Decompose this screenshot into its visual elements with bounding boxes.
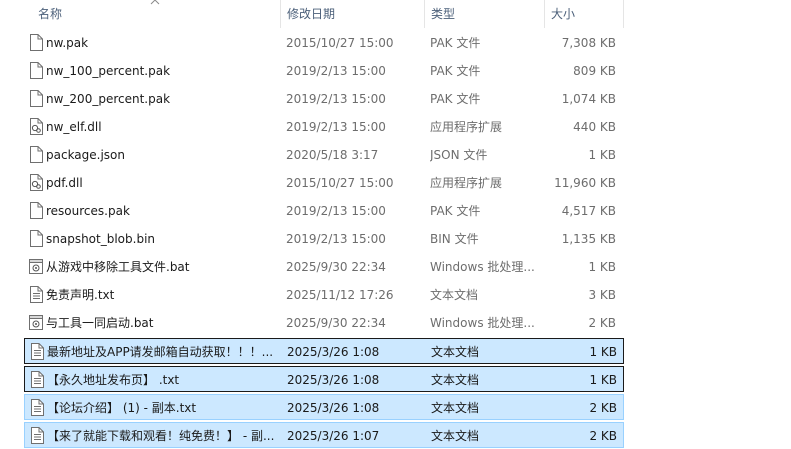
file-modified-date: 2025/9/30 22:34 bbox=[286, 316, 386, 330]
column-header-size-label: 大小 bbox=[551, 7, 576, 21]
text-file-icon bbox=[31, 399, 44, 416]
column-header-modified[interactable]: 修改日期 bbox=[280, 0, 424, 28]
file-name: resources.pak bbox=[46, 204, 130, 218]
file-row[interactable]: 【永久地址发布页】 .txt 2025/3/26 1:08 文本文档 1 KB bbox=[24, 366, 624, 392]
file-row[interactable]: nw_200_percent.pak 2019/2/13 15:00 PAK 文件 1… bbox=[24, 86, 624, 112]
document-icon bbox=[30, 90, 43, 107]
file-row[interactable]: 最新地址及APP请发邮箱自动获取！！！... 2025/3/26 1:08 文本文档… bbox=[24, 338, 624, 364]
file-modified-date: 2019/2/13 15:00 bbox=[286, 204, 386, 218]
file-modified-date: 2019/2/13 15:00 bbox=[286, 64, 386, 78]
file-type: PAK 文件 bbox=[430, 64, 481, 78]
file-size: 7,308 KB bbox=[561, 36, 616, 50]
file-size: 3 KB bbox=[588, 288, 616, 302]
file-size: 2 KB bbox=[588, 316, 616, 330]
file-modified-date: 2025/9/30 22:34 bbox=[286, 260, 386, 274]
file-size: 1 KB bbox=[588, 148, 616, 162]
file-type: PAK 文件 bbox=[430, 204, 481, 218]
text-file-icon bbox=[31, 427, 44, 444]
file-size: 2 KB bbox=[589, 401, 617, 415]
text-file-icon bbox=[31, 371, 44, 388]
file-type: 文本文档 bbox=[431, 401, 480, 415]
file-name: nw_200_percent.pak bbox=[46, 92, 171, 106]
file-modified-date: 2025/3/26 1:08 bbox=[287, 345, 380, 359]
file-type: 文本文档 bbox=[431, 345, 480, 359]
file-size: 4,517 KB bbox=[561, 204, 616, 218]
file-type: 应用程序扩展 bbox=[430, 176, 503, 190]
file-row[interactable]: resources.pak 2019/2/13 15:00 PAK 文件 4,517 … bbox=[24, 198, 624, 224]
file-type: 文本文档 bbox=[430, 288, 479, 302]
file-size: 1,074 KB bbox=[561, 92, 616, 106]
file-size: 809 KB bbox=[573, 64, 616, 78]
column-header-type-label: 类型 bbox=[431, 7, 456, 21]
file-type: Windows 批处理... bbox=[430, 260, 535, 274]
file-modified-date: 2015/10/27 15:00 bbox=[286, 36, 394, 50]
file-name: nw_elf.dll bbox=[46, 120, 102, 134]
file-name: package.json bbox=[46, 148, 126, 162]
file-row[interactable]: nw_elf.dll 2019/2/13 15:00 应用程序扩展 440 KB bbox=[24, 114, 624, 140]
file-size: 1,135 KB bbox=[561, 232, 616, 246]
file-size: 1 KB bbox=[589, 373, 617, 387]
file-row[interactable]: snapshot_blob.bin 2019/2/13 15:00 BIN 文件 1,… bbox=[24, 226, 624, 252]
document-icon bbox=[30, 146, 43, 163]
file-size: 11,960 KB bbox=[554, 176, 616, 190]
file-name: 【永久地址发布页】 .txt bbox=[47, 373, 180, 387]
file-row[interactable]: 免责声明.txt 2025/11/12 17:26 文本文档 3 KB bbox=[24, 282, 624, 308]
file-row[interactable]: 【来了就能下载和观看！纯免费！】 - 副... 2025/3/26 1:07 文本文… bbox=[24, 422, 624, 448]
column-header-size[interactable]: 大小 bbox=[544, 0, 624, 28]
file-modified-date: 2020/5/18 3:17 bbox=[286, 148, 379, 162]
file-row[interactable]: nw.pak 2015/10/27 15:00 PAK 文件 7,308 KB bbox=[24, 30, 624, 56]
file-type: 文本文档 bbox=[431, 429, 480, 443]
file-row[interactable]: 与工具一同启动.bat 2025/9/30 22:34 Windows 批处理...… bbox=[24, 310, 624, 336]
file-name: 【来了就能下载和观看！纯免费！】 - 副... bbox=[47, 429, 275, 443]
file-name: 与工具一同启动.bat bbox=[46, 316, 154, 330]
file-type: Windows 批处理... bbox=[430, 316, 535, 330]
document-icon bbox=[30, 202, 43, 219]
sort-ascending-icon bbox=[150, 0, 160, 5]
file-type: 应用程序扩展 bbox=[430, 120, 503, 134]
file-name: nw_100_percent.pak bbox=[46, 64, 171, 78]
file-name: 最新地址及APP请发邮箱自动获取！！！... bbox=[47, 345, 274, 359]
text-file-icon bbox=[30, 286, 43, 303]
file-row[interactable]: package.json 2020/5/18 3:17 JSON 文件 1 KB bbox=[24, 142, 624, 168]
file-size: 1 KB bbox=[588, 260, 616, 274]
file-name: 从游戏中移除工具文件.bat bbox=[46, 260, 190, 274]
file-modified-date: 2025/11/12 17:26 bbox=[286, 288, 394, 302]
file-modified-date: 2025/3/26 1:08 bbox=[287, 401, 380, 415]
column-header-modified-label: 修改日期 bbox=[287, 7, 336, 21]
file-type: PAK 文件 bbox=[430, 92, 481, 106]
file-type: 文本文档 bbox=[431, 373, 480, 387]
file-modified-date: 2019/2/13 15:00 bbox=[286, 92, 386, 106]
file-name: pdf.dll bbox=[46, 176, 83, 190]
file-name: 免责声明.txt bbox=[46, 288, 115, 302]
file-name: snapshot_blob.bin bbox=[46, 232, 156, 246]
file-type: PAK 文件 bbox=[430, 36, 481, 50]
file-size: 2 KB bbox=[589, 429, 617, 443]
file-modified-date: 2025/3/26 1:08 bbox=[287, 373, 380, 387]
batch-file-icon bbox=[29, 315, 43, 330]
document-icon bbox=[30, 34, 43, 51]
column-header-type[interactable]: 类型 bbox=[424, 0, 544, 28]
file-modified-date: 2019/2/13 15:00 bbox=[286, 120, 386, 134]
file-modified-date: 2025/3/26 1:07 bbox=[287, 429, 380, 443]
file-modified-date: 2019/2/13 15:00 bbox=[286, 232, 386, 246]
file-name: nw.pak bbox=[46, 36, 89, 50]
file-row[interactable]: nw_100_percent.pak 2019/2/13 15:00 PAK 文件 8… bbox=[24, 58, 624, 84]
file-size: 1 KB bbox=[589, 345, 617, 359]
batch-file-icon bbox=[29, 259, 43, 274]
file-row[interactable]: 【论坛介绍】 (1) - 副本.txt 2025/3/26 1:08 文本文档 2 K… bbox=[24, 394, 624, 420]
file-modified-date: 2015/10/27 15:00 bbox=[286, 176, 394, 190]
text-file-icon bbox=[31, 343, 44, 360]
dll-icon bbox=[30, 118, 43, 135]
file-row[interactable]: pdf.dll 2015/10/27 15:00 应用程序扩展 11,960 KB bbox=[24, 170, 624, 196]
file-type: JSON 文件 bbox=[430, 148, 488, 162]
column-header-bar: 名称 修改日期 类型 大小 bbox=[0, 0, 791, 28]
document-icon bbox=[30, 62, 43, 79]
file-size: 440 KB bbox=[573, 120, 616, 134]
column-header-name-label: 名称 bbox=[38, 7, 63, 21]
file-type: BIN 文件 bbox=[430, 232, 479, 246]
file-row[interactable]: 从游戏中移除工具文件.bat 2025/9/30 22:34 Windows 批处理… bbox=[24, 254, 624, 280]
document-icon bbox=[30, 230, 43, 247]
file-name: 【论坛介绍】 (1) - 副本.txt bbox=[47, 401, 197, 415]
dll-icon bbox=[30, 174, 43, 191]
